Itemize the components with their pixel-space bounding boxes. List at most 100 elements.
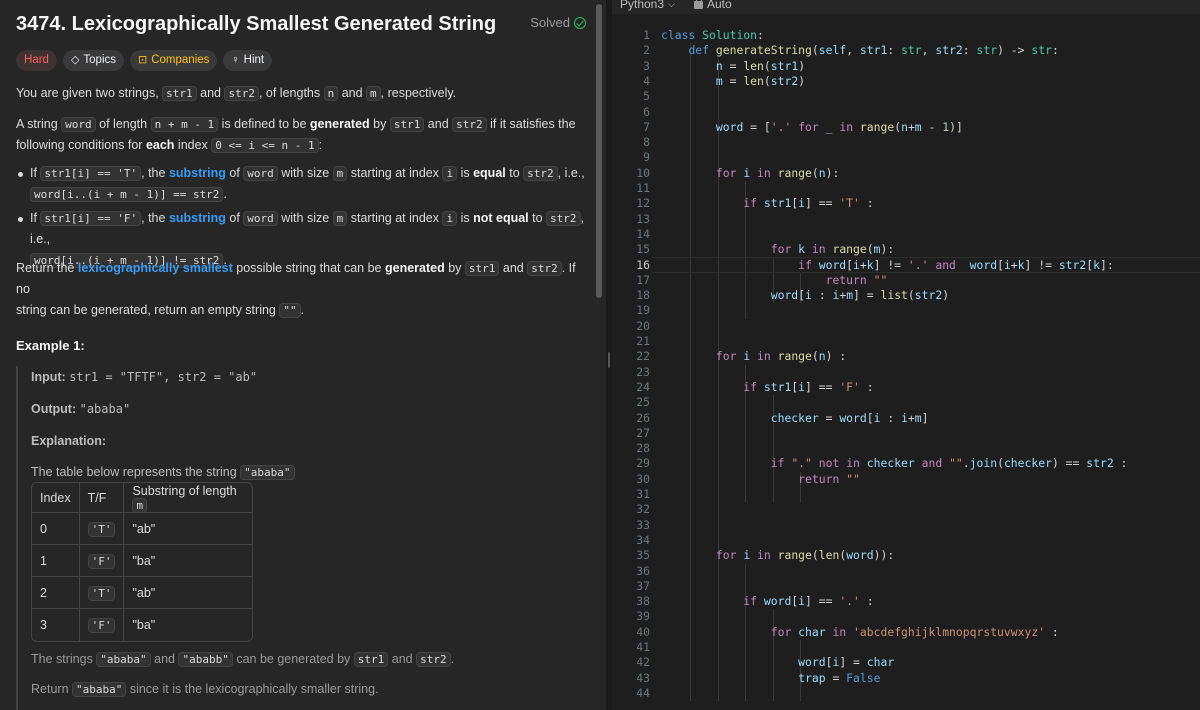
check-circle-icon — [574, 16, 586, 29]
table-cell-index: 1 — [32, 545, 80, 577]
line-number: 40 — [636, 624, 650, 639]
table-cell-tf: 'T' — [79, 513, 125, 545]
code-line[interactable]: for k in range(m): — [661, 242, 894, 256]
code-line[interactable]: if word[i+k] != '.' and word[i+k] != str… — [661, 258, 1114, 272]
example-table: Index T/F Substring of length m 0 'T' "ab"… — [31, 482, 254, 642]
code-line[interactable]: return "" — [661, 273, 888, 287]
scrollbar-thumb[interactable] — [596, 4, 602, 298]
code-line[interactable]: if str1[i] == 'F' : — [661, 380, 873, 394]
code-line[interactable]: class Solution: — [661, 28, 764, 42]
code-line[interactable]: for i in range(n): — [661, 166, 839, 180]
lexicographically-smallest-link[interactable]: lexicographically smallest — [78, 261, 233, 275]
example-explanation-label: Explanation: — [31, 434, 107, 448]
line-number: 14 — [636, 226, 650, 241]
paragraph-1: You are given two strings, str1 and str2… — [16, 86, 457, 101]
description-scrollbar[interactable] — [594, 0, 606, 710]
line-number: 31 — [636, 487, 650, 501]
line-number: 28 — [636, 441, 650, 456]
code-line[interactable]: for i in range(n) : — [661, 349, 846, 363]
solved-status: Solved — [530, 15, 586, 30]
line-number: 19 — [636, 303, 650, 318]
line-number: 9 — [643, 150, 650, 165]
line-number: 44 — [636, 685, 650, 700]
tag-row: Hard ◇ Topics ⊡ Companies ♀ Hint — [16, 50, 273, 71]
substring-link[interactable]: substring — [169, 166, 226, 180]
code-line[interactable]: for char in 'abcdefghijklmnopqrstuvwxyz'… — [661, 625, 1059, 639]
code-line[interactable]: checker = word[i : i+m] — [661, 411, 929, 425]
table-row: 3 'F' "ba" — [32, 609, 252, 641]
code-panel: Python3 ⌵ Auto 1 class Solution: 2 def gene… — [612, 0, 1200, 710]
line-number: 17 — [636, 272, 650, 287]
language-selector[interactable]: Python3 ⌵ — [620, 0, 675, 11]
line-number: 36 — [636, 563, 650, 578]
code-line[interactable]: n = len(str1) — [661, 59, 805, 73]
line-number: 7 — [643, 119, 650, 134]
tag-icon: ◇ — [70, 54, 80, 66]
table-intro: The table below represents the string "a… — [31, 465, 295, 480]
table-header: Index — [32, 483, 80, 513]
grip-icon — [608, 352, 610, 368]
list-item: If str1[i] == 'T', the substring of word… — [16, 163, 586, 205]
code-editor[interactable]: 1 class Solution: 2 def generateString(sel… — [612, 28, 1200, 710]
example-note-1: The strings "ababa" and "ababb" can be g… — [31, 652, 455, 667]
table-cell-tf: 'F' — [79, 545, 125, 577]
line-number: 22 — [636, 349, 650, 364]
line-number: 20 — [636, 318, 650, 333]
table-row: 0 'T' "ab" — [32, 513, 253, 545]
example-output: Output: "ababa" — [31, 402, 131, 416]
substring-link[interactable]: substring — [169, 211, 226, 225]
code-line[interactable]: word[i] = char — [661, 655, 894, 669]
code-line[interactable]: word[i : i+m] = list(str2) — [661, 288, 949, 302]
paragraph-3: Return the lexicographically smallest po… — [16, 261, 576, 318]
line-number: 30 — [636, 471, 650, 486]
table-cell-index: 3 — [32, 609, 80, 641]
line-number: 16 — [636, 257, 650, 272]
code-line[interactable]: if str1[i] == 'T' : — [661, 196, 873, 210]
example-block: Input: str1 = "TFTF", str2 = "ab" Output… — [16, 366, 586, 710]
table-header: Substring of length m — [124, 483, 253, 513]
line-number: 38 — [636, 594, 650, 609]
code-line[interactable]: m = len(str2) — [661, 74, 805, 88]
problem-title[interactable]: 3474. Lexicographically Smallest Generat… — [16, 10, 586, 38]
code-line[interactable]: for i in range(len(word)): — [661, 548, 894, 562]
example-note-2: Return "ababa" since it is the lexicogra… — [31, 682, 379, 697]
code-line[interactable]: if "." not in checker and "".join(checke… — [661, 456, 1128, 470]
line-number: 25 — [636, 395, 650, 410]
hint-tag[interactable]: ♀ Hint — [223, 50, 273, 71]
topics-tag[interactable]: ◇ Topics — [62, 50, 125, 71]
code-line[interactable]: trap = False — [661, 671, 880, 685]
table-cell-tf: 'T' — [79, 577, 125, 609]
line-number: 2 — [643, 43, 650, 58]
table-cell-tf: 'F' — [80, 609, 125, 641]
auto-mode[interactable]: Auto — [694, 0, 732, 11]
line-number: 43 — [636, 670, 650, 685]
example-input: Input: str1 = "TFTF", str2 = "ab" — [31, 370, 258, 384]
table-cell-index: 0 — [32, 513, 80, 545]
line-number: 27 — [636, 425, 650, 440]
companies-tag[interactable]: ⊡ Companies — [130, 50, 218, 71]
table-cell-index: 2 — [32, 577, 80, 609]
line-number: 6 — [643, 104, 650, 119]
line-number: 33 — [636, 517, 650, 532]
example-heading: Example 1: — [16, 338, 85, 353]
line-number: 15 — [636, 242, 650, 257]
line-number: 23 — [636, 364, 650, 379]
table-header: T/F — [79, 483, 125, 513]
code-line[interactable]: if word[i] == '.' : — [661, 594, 873, 608]
lightbulb-icon: ♀ — [231, 54, 240, 66]
line-number: 42 — [636, 655, 650, 670]
line-number: 3 — [643, 58, 650, 73]
line-number: 35 — [636, 548, 650, 563]
line-number: 1 — [643, 28, 650, 42]
code-line[interactable]: return "" — [661, 472, 860, 486]
code-line[interactable]: def generateString(self, str1: str, str2… — [661, 43, 1058, 57]
code-line[interactable]: word = ['.' for _ in range(n+m - 1)] — [661, 120, 963, 134]
line-number: 10 — [636, 165, 650, 180]
editor-toolbar: Python3 ⌵ Auto — [612, 0, 1200, 14]
line-number: 18 — [636, 288, 650, 303]
difficulty-badge: Hard — [16, 50, 57, 71]
table-cell-substring: "ba" — [132, 618, 156, 632]
line-number: 37 — [636, 578, 650, 593]
line-number: 13 — [636, 211, 650, 226]
lock-icon: ⊡ — [138, 54, 148, 66]
